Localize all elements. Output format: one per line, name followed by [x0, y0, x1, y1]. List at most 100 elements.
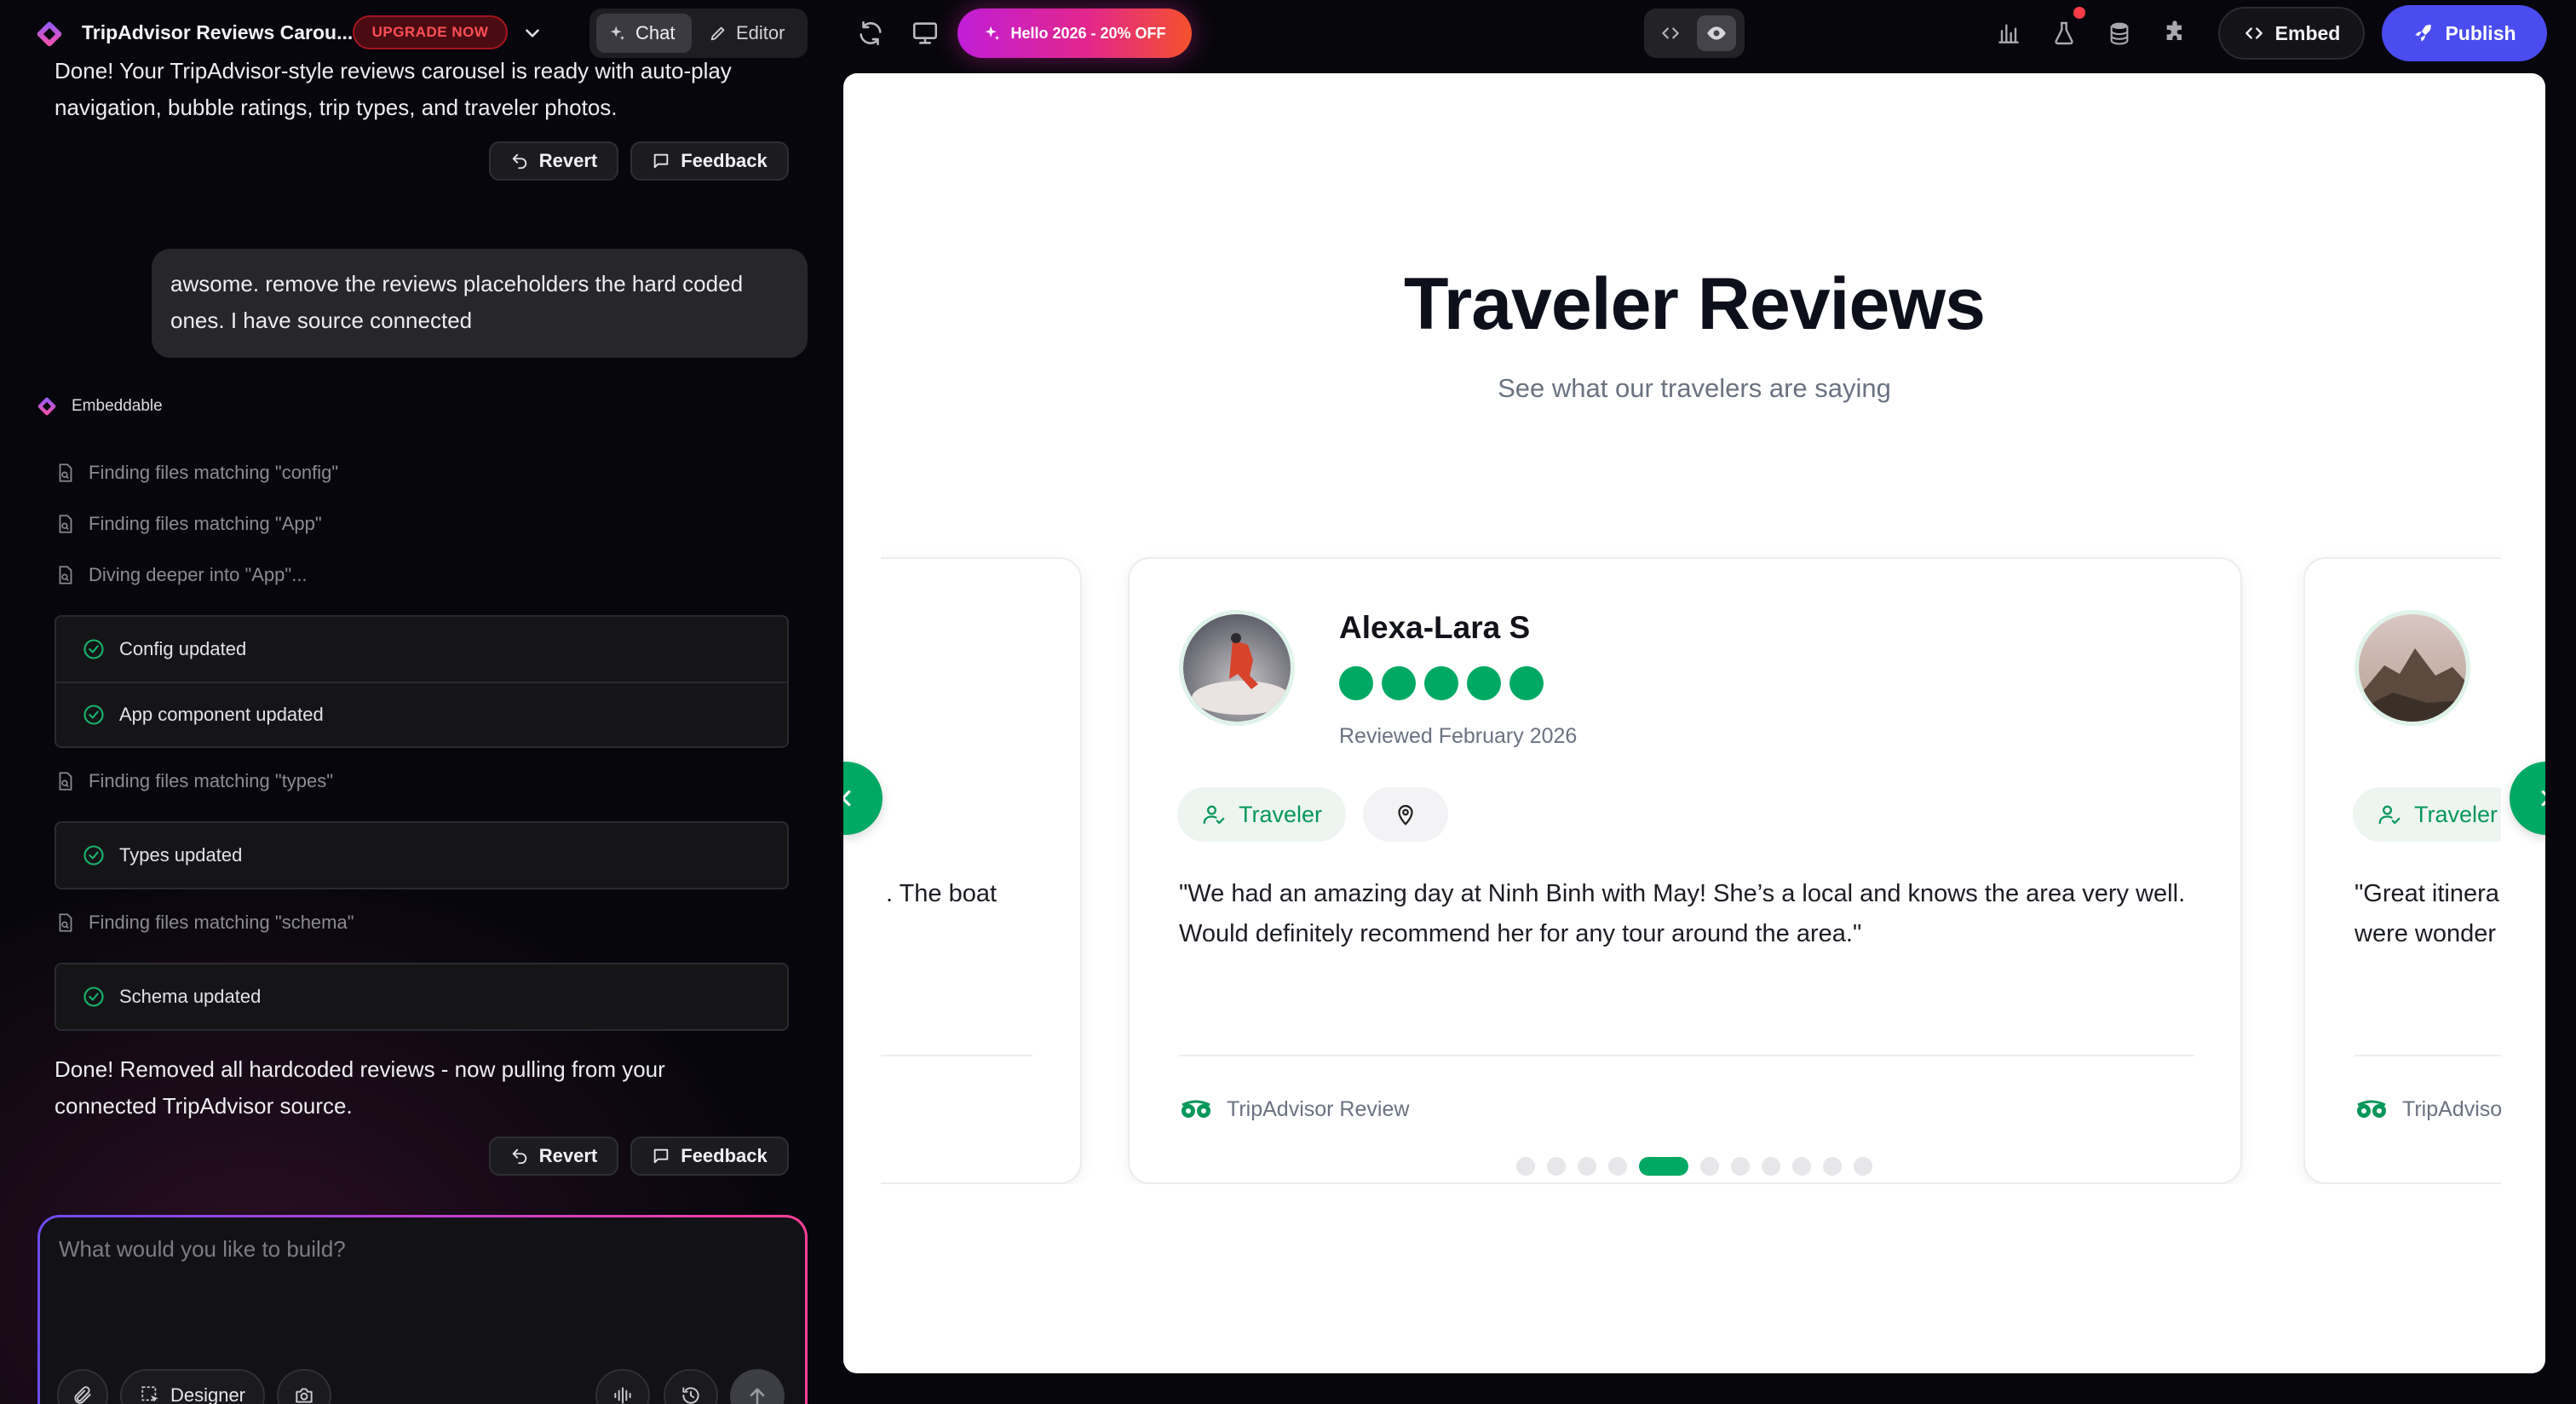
code-view-button[interactable]	[1651, 15, 1690, 51]
carousel-pagination	[843, 1157, 2545, 1176]
tripadvisor-owl-icon	[1182, 1100, 1210, 1118]
plugins-button[interactable]	[2156, 14, 2194, 52]
carousel-dot[interactable]	[1578, 1157, 1596, 1176]
completed-steps-box: Types updated	[55, 821, 789, 889]
bubble-rating	[1339, 666, 1544, 700]
carousel-dot[interactable]	[1639, 1157, 1688, 1176]
send-button[interactable]	[730, 1369, 785, 1404]
review-card-current[interactable]: Alexa-Lara S Reviewed February 2026 Trav…	[1128, 557, 2242, 1184]
promo-banner-button[interactable]: Hello 2026 - 20% OFF	[957, 9, 1192, 58]
assistant-message-1: Done! Your TripAdvisor-style reviews car…	[55, 53, 787, 126]
voice-input-button[interactable]	[595, 1369, 650, 1404]
step-item: Finding files matching "config"	[55, 462, 338, 484]
pencil-icon	[710, 26, 725, 41]
mode-toggle: Chat Editor	[589, 9, 808, 58]
chevron-down-icon[interactable]	[521, 22, 543, 44]
check-circle-icon	[83, 845, 104, 866]
completed-step-label: App component updated	[119, 704, 324, 725]
composer-body: What would you like to build? Designer	[40, 1217, 805, 1404]
review-text-line: "We had an amazing day at Ninh Binh with…	[1179, 880, 2186, 907]
review-source-label: TripAdvisor Review	[2402, 1097, 2501, 1121]
feedback-button[interactable]: Feedback	[630, 141, 789, 181]
attach-button[interactable]	[57, 1369, 108, 1404]
experiments-button[interactable]	[2045, 14, 2083, 52]
reviewer-photo-icon	[1183, 614, 1291, 722]
carousel-dot[interactable]	[1823, 1157, 1842, 1176]
refresh-button[interactable]	[852, 14, 889, 52]
review-card-previous[interactable]: . The boat	[881, 557, 1082, 1184]
carousel-dot[interactable]	[1762, 1157, 1780, 1176]
analytics-button[interactable]	[1990, 14, 2027, 52]
carousel-dot[interactable]	[1516, 1157, 1535, 1176]
upgrade-now-button[interactable]: UPGRADE NOW	[353, 15, 508, 49]
step-label: Finding files matching "schema"	[89, 912, 354, 933]
monitor-icon	[912, 22, 938, 44]
completed-step: Types updated	[56, 823, 787, 888]
map-pin-icon	[1398, 804, 1413, 826]
audio-waveform-icon	[614, 1387, 631, 1404]
reviewer-name: Alexa-Lara S	[1339, 610, 1531, 645]
chevron-right-icon	[2541, 790, 2545, 807]
refresh-icon	[860, 20, 882, 46]
trip-type-label: Traveler	[1239, 801, 1323, 827]
carousel-dot[interactable]	[1608, 1157, 1627, 1176]
rating-bubble	[1382, 666, 1416, 700]
check-circle-icon	[83, 705, 104, 725]
review-text: "We had an amazing day at Ninh Binh with…	[1179, 874, 2201, 954]
check-circle-icon	[83, 639, 104, 659]
carousel-dot[interactable]	[1854, 1157, 1872, 1176]
publish-button[interactable]: Publish	[2382, 5, 2547, 61]
location-chip	[1363, 787, 1448, 842]
message-square-icon	[654, 1148, 669, 1164]
prompt-input[interactable]: What would you like to build?	[59, 1236, 346, 1263]
undo-icon	[512, 153, 526, 170]
review-card-next[interactable]: Traveler "Great itinera were wonder Trip…	[2303, 557, 2501, 1184]
carousel-prev-button[interactable]	[843, 762, 883, 835]
carousel-next-button[interactable]	[2510, 762, 2545, 835]
feedback-label: Feedback	[681, 150, 768, 171]
chat-mode-button[interactable]: Chat	[596, 14, 692, 53]
user-check-icon	[2378, 805, 2401, 825]
carousel-dot[interactable]	[1547, 1157, 1566, 1176]
view-toggle	[1644, 9, 1745, 58]
review-source: TripAdvisor Review	[2355, 1097, 2501, 1122]
camera-icon	[296, 1388, 313, 1403]
preview-view-button[interactable]	[1697, 15, 1736, 51]
completed-steps-box: Schema updated	[55, 963, 789, 1031]
trip-type-chip: Traveler	[2353, 787, 2501, 842]
revert-button[interactable]: Revert	[489, 141, 618, 181]
chat-panel: Done! Your TripAdvisor-style reviews car…	[0, 58, 843, 1404]
agent-header: Embeddable	[36, 395, 163, 417]
check-circle-icon	[83, 987, 104, 1007]
step-item: Diving deeper into "App"...	[55, 564, 308, 586]
carousel-track: . The boat Alexa-Lara S Reviewed Februar…	[881, 480, 2501, 1184]
trip-type-chip: Traveler	[1177, 787, 1347, 842]
database-button[interactable]	[2101, 14, 2138, 52]
screenshot-button[interactable]	[277, 1369, 331, 1404]
editor-mode-button[interactable]: Editor	[697, 14, 801, 53]
desktop-preview-button[interactable]	[906, 14, 944, 52]
project-title[interactable]: TripAdvisor Reviews Carou...	[82, 19, 353, 46]
feedback-button[interactable]: Feedback	[630, 1136, 789, 1176]
review-text-line: were wonder	[2355, 920, 2497, 947]
carousel-dot[interactable]	[1731, 1157, 1750, 1176]
completed-step-label: Types updated	[119, 844, 243, 866]
notification-dot	[2073, 7, 2085, 19]
card-divider	[881, 1055, 1032, 1056]
carousel-dot[interactable]	[1700, 1157, 1719, 1176]
file-search-icon	[59, 913, 72, 932]
preview-canvas: Traveler Reviews See what our travelers …	[843, 73, 2545, 1373]
flask-icon	[2055, 21, 2073, 45]
app-logo-icon[interactable]	[34, 19, 65, 49]
revert-button[interactable]: Revert	[489, 1136, 618, 1176]
history-button[interactable]	[664, 1369, 718, 1404]
designer-button[interactable]: Designer	[120, 1369, 265, 1404]
rating-bubble	[1339, 666, 1373, 700]
message-line: Done! Removed all hardcoded reviews - no…	[55, 1056, 665, 1082]
paperclip-icon	[74, 1386, 91, 1404]
rating-bubble	[1424, 666, 1458, 700]
user-check-icon	[1203, 805, 1225, 825]
embed-button[interactable]: Embed	[2218, 7, 2365, 60]
puzzle-icon	[2166, 20, 2182, 40]
carousel-dot[interactable]	[1792, 1157, 1811, 1176]
